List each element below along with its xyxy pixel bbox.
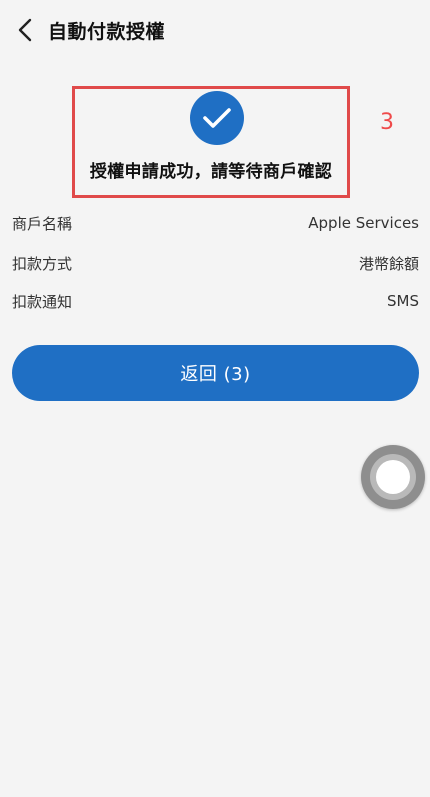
header-bar: 自動付款授權 [0,0,430,64]
return-button[interactable]: 返回 (3) [12,345,419,401]
back-button[interactable] [12,18,38,46]
assistive-touch-ring-icon [370,454,416,500]
success-highlight: 授權申請成功，請等待商戶確認 [72,86,350,198]
detail-value: SMS [387,292,419,310]
page-title: 自動付款授權 [48,21,166,43]
chevron-left-icon [17,18,33,46]
success-message: 授權申請成功，請等待商戶確認 [89,162,333,182]
detail-value: Apple Services [308,214,419,232]
payment-method-row: 扣款方式 港幣餘額 [12,251,419,275]
success-check-icon [190,91,244,145]
detail-label: 扣款方式 [12,254,73,273]
detail-label: 扣款通知 [12,292,73,311]
payment-notification-row: 扣款通知 SMS [12,289,419,313]
assistive-touch-button[interactable] [361,445,425,509]
annotation-number: 3 [380,110,394,135]
detail-value: 港幣餘額 [358,254,419,273]
merchant-name-row: 商戶名稱 Apple Services [12,211,419,235]
detail-label: 商戶名稱 [12,214,73,233]
